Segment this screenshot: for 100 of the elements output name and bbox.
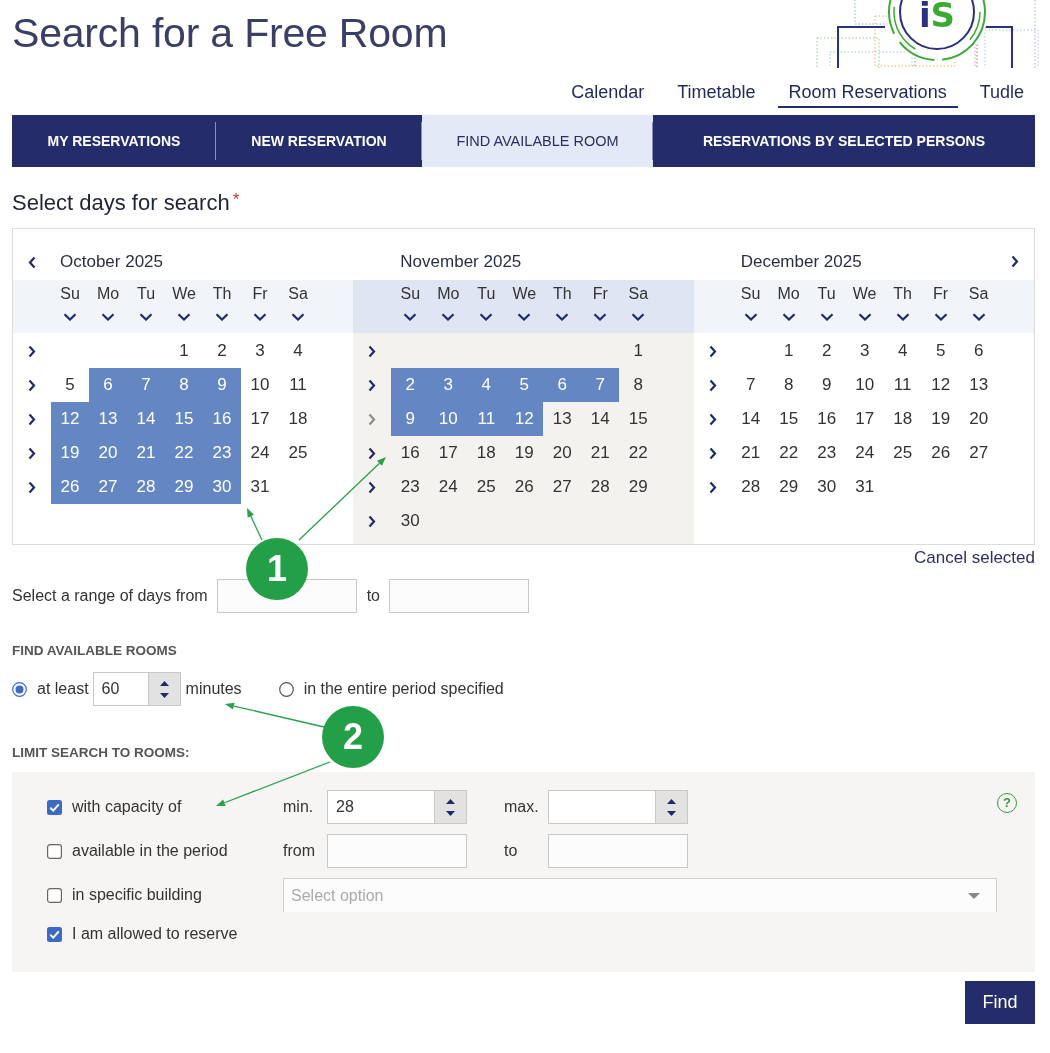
day-cell[interactable]: 9 [807,368,846,402]
chevron-down-icon[interactable] [101,313,115,321]
day-cell[interactable]: 13 [89,402,127,436]
day-cell[interactable]: 3 [845,334,884,368]
day-cell[interactable]: 12 [51,402,89,436]
cancel-link[interactable]: Cancel selected [914,547,1035,569]
chevron-down-icon[interactable] [139,313,153,321]
day-cell[interactable]: 15 [769,402,808,436]
number-field[interactable] [548,790,655,824]
day-cell[interactable]: 24 [429,470,468,504]
day-cell[interactable]: 22 [619,436,658,470]
day-cell[interactable]: 14 [581,402,620,436]
chevron-right-icon[interactable] [28,480,36,494]
day-cell[interactable]: 17 [429,436,468,470]
checkbox[interactable] [47,887,62,903]
day-cell[interactable]: 16 [203,402,241,436]
day-cell[interactable]: 9 [391,402,430,436]
nav-link[interactable]: Timetable [666,77,767,108]
day-cell[interactable]: 7 [731,368,770,402]
number-field[interactable]: 28 [327,790,434,824]
chevron-down-icon[interactable] [819,313,834,321]
day-cell[interactable]: 12 [921,368,960,402]
day-cell[interactable]: 21 [127,436,165,470]
chevron-right-icon[interactable] [708,480,717,494]
day-cell[interactable]: 21 [731,436,770,470]
day-cell[interactable]: 7 [581,368,620,402]
radio-button[interactable] [12,681,27,697]
find-button[interactable]: Find [965,981,1035,1024]
day-cell[interactable]: 27 [89,470,127,504]
day-cell[interactable]: 29 [619,470,658,504]
tab[interactable]: MY RESERVATIONS [12,115,216,167]
day-cell[interactable]: 6 [89,368,127,402]
day-cell[interactable]: 4 [883,334,922,368]
day-cell[interactable]: 31 [241,470,279,504]
chevron-down-icon[interactable] [253,313,267,321]
day-cell[interactable]: 2 [203,334,241,368]
triangle-down-icon[interactable] [667,810,676,816]
chevron-right-icon[interactable] [368,378,377,392]
chevron-down-icon[interactable] [479,313,494,321]
chevron-down-icon[interactable] [895,313,910,321]
chevron-down-icon[interactable] [403,313,418,321]
text-field[interactable] [327,834,467,868]
day-cell[interactable]: 25 [279,436,317,470]
day-cell[interactable]: 28 [127,470,165,504]
day-cell[interactable]: 4 [467,368,506,402]
triangle-up-icon[interactable] [446,798,455,804]
chevron-right-icon[interactable] [1011,255,1019,268]
day-cell[interactable]: 13 [543,402,582,436]
day-cell[interactable]: 11 [467,402,506,436]
day-cell[interactable]: 9 [203,368,241,402]
day-cell[interactable]: 31 [845,470,884,504]
chevron-right-icon[interactable] [28,412,36,426]
chevron-right-icon[interactable] [708,446,717,460]
day-cell[interactable]: 29 [769,470,808,504]
day-cell[interactable]: 24 [241,436,279,470]
chevron-down-icon[interactable] [177,313,191,321]
day-cell[interactable]: 18 [883,402,922,436]
chevron-right-icon[interactable] [708,412,717,426]
day-cell[interactable]: 20 [543,436,582,470]
day-cell[interactable]: 12 [505,402,544,436]
day-cell[interactable]: 1 [165,334,203,368]
day-cell[interactable]: 13 [959,368,998,402]
day-cell[interactable]: 30 [807,470,846,504]
day-cell[interactable]: 28 [581,470,620,504]
day-cell[interactable]: 28 [731,470,770,504]
day-cell[interactable]: 5 [921,334,960,368]
chevron-right-icon[interactable] [368,446,377,460]
triangle-down-icon[interactable] [446,810,455,816]
day-cell[interactable]: 16 [807,402,846,436]
number-field[interactable]: 60 [92,672,148,706]
checkbox[interactable] [47,843,62,859]
day-cell[interactable]: 18 [467,436,506,470]
day-cell[interactable]: 10 [241,368,279,402]
day-cell[interactable]: 21 [581,436,620,470]
nav-link[interactable]: Room Reservations [777,77,958,108]
day-cell[interactable]: 15 [165,402,203,436]
day-cell[interactable]: 24 [845,436,884,470]
nav-link[interactable]: Calendar [560,77,656,108]
day-cell[interactable]: 8 [165,368,203,402]
chevron-right-icon[interactable] [708,378,717,392]
radio-button[interactable] [278,681,294,697]
day-cell[interactable]: 23 [807,436,846,470]
chevron-right-icon[interactable] [28,378,36,392]
day-cell[interactable]: 10 [429,402,468,436]
day-cell[interactable]: 15 [619,402,658,436]
day-cell[interactable]: 3 [241,334,279,368]
day-cell[interactable]: 27 [959,436,998,470]
chevron-right-icon[interactable] [368,514,377,528]
day-cell[interactable]: 2 [391,368,430,402]
day-cell[interactable]: 22 [165,436,203,470]
day-cell[interactable]: 19 [921,402,960,436]
day-cell[interactable]: 26 [921,436,960,470]
chevron-down-icon[interactable] [555,313,570,321]
day-cell[interactable]: 25 [883,436,922,470]
triangle-up-icon[interactable] [159,680,169,686]
chevron-down-icon[interactable] [631,313,646,321]
day-cell[interactable]: 3 [429,368,468,402]
chevron-down-icon[interactable] [291,313,305,321]
day-cell[interactable]: 27 [543,470,582,504]
day-cell[interactable]: 8 [769,368,808,402]
